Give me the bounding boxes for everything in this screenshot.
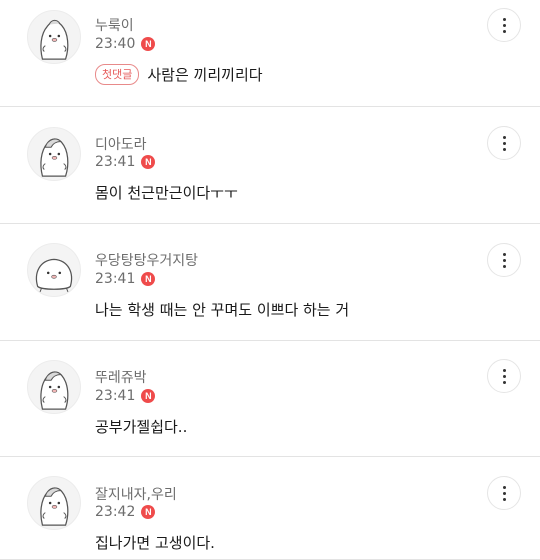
comment-item: 잘지내자,우리 23:42 N 집나가면 고생이다.: [0, 457, 540, 560]
bird-character-icon: [40, 371, 69, 410]
comment-item: 누룩이 23:40 N 첫댓글 사람은 끼리끼리다: [0, 0, 540, 107]
more-vertical-icon: [502, 252, 506, 256]
comment-text: 나는 학생 때는 안 꾸며도 이쁘다 하는 거: [95, 301, 350, 319]
comment-body: 첫댓글 사람은 끼리끼리다: [95, 64, 263, 85]
new-badge: N: [141, 505, 156, 519]
comment-meta: 23:41 N: [95, 388, 156, 404]
comment-meta: 23:42 N: [95, 504, 156, 520]
bird-character-icon: [40, 138, 69, 177]
more-options-button[interactable]: [487, 243, 521, 277]
comment-time: 23:41: [95, 388, 136, 404]
comment-body: 몸이 천근만근이다ㅜㅜ: [95, 182, 238, 203]
comment-nickname[interactable]: 뚜레쥬박: [95, 367, 147, 387]
comment-meta: 23:41 N: [95, 271, 156, 287]
blob-character-icon: [35, 258, 73, 294]
comment-body: 공부가젤쉽다..: [95, 416, 187, 437]
new-badge: N: [141, 37, 156, 51]
more-vertical-icon: [502, 135, 506, 139]
more-vertical-icon: [502, 17, 506, 21]
more-options-button[interactable]: [487, 476, 521, 510]
comment-meta: 23:40 N: [95, 36, 156, 52]
comment-item: 뚜레쥬박 23:41 N 공부가젤쉽다..: [0, 341, 540, 457]
comment-item: 우당탕탕우거지탕 23:41 N 나는 학생 때는 안 꾸며도 이쁘다 하는 거: [0, 224, 540, 341]
comment-meta: 23:41 N: [95, 154, 156, 170]
comment-nickname[interactable]: 누룩이: [95, 15, 134, 35]
more-options-button[interactable]: [487, 8, 521, 42]
avatar[interactable]: [27, 243, 81, 297]
comment-nickname[interactable]: 잘지내자,우리: [95, 484, 177, 504]
first-comment-badge: 첫댓글: [95, 64, 140, 85]
avatar[interactable]: [27, 360, 81, 414]
new-badge: N: [141, 389, 156, 403]
avatar[interactable]: [27, 476, 81, 530]
comment-time: 23:41: [95, 154, 136, 170]
more-vertical-icon: [502, 485, 506, 489]
comment-text: 공부가젤쉽다..: [95, 418, 188, 436]
more-vertical-icon: [502, 368, 506, 372]
comment-body: 집나가면 고생이다.: [95, 532, 215, 553]
comment-nickname[interactable]: 디아도라: [95, 134, 147, 154]
more-options-button[interactable]: [487, 359, 521, 393]
comment-time: 23:42: [95, 504, 136, 520]
new-badge: N: [141, 272, 156, 286]
bird-character-icon: [40, 487, 69, 526]
comment-text: 몸이 천근만근이다ㅜㅜ: [95, 184, 238, 202]
comment-item: 디아도라 23:41 N 몸이 천근만근이다ㅜㅜ: [0, 107, 540, 224]
comment-time: 23:41: [95, 271, 136, 287]
comment-body: 나는 학생 때는 안 꾸며도 이쁘다 하는 거: [95, 299, 349, 320]
bird-character-icon: [40, 19, 69, 60]
comment-time: 23:40: [95, 36, 136, 52]
avatar[interactable]: [27, 127, 81, 181]
new-badge: N: [141, 155, 156, 169]
comment-text: 사람은 끼리끼리다: [147, 66, 263, 84]
comment-text: 집나가면 고생이다.: [95, 534, 215, 552]
comment-nickname[interactable]: 우당탕탕우거지탕: [95, 250, 198, 270]
more-options-button[interactable]: [487, 126, 521, 160]
avatar[interactable]: [27, 10, 81, 64]
